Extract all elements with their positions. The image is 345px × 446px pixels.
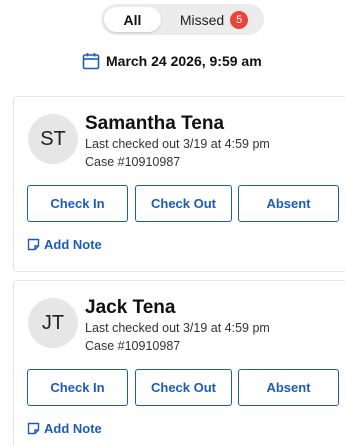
last-checked-text: Last checked out 3/19 at 4:59 pm [85, 321, 270, 335]
missed-count-badge: 5 [230, 10, 249, 29]
filter-all-label: All [123, 11, 142, 28]
note-icon [27, 422, 40, 435]
add-note-link[interactable]: Add Note [27, 237, 102, 252]
date-picker[interactable]: March 24 2026, 9:59 am [82, 50, 262, 72]
check-in-button[interactable]: Check In [27, 185, 128, 222]
last-checked-text: Last checked out 3/19 at 4:59 pm [85, 137, 270, 151]
check-in-button[interactable]: Check In [27, 369, 128, 406]
check-out-button[interactable]: Check Out [135, 185, 232, 222]
absent-button[interactable]: Absent [238, 369, 339, 406]
absent-button[interactable]: Absent [238, 185, 339, 222]
attendance-card: ST Samantha Tena Last checked out 3/19 a… [13, 96, 345, 272]
avatar: JT [28, 298, 78, 348]
filter-missed-tab[interactable]: Missed 5 [161, 10, 261, 29]
attendance-filter: All Missed 5 [101, 4, 264, 35]
case-number: Case #10910987 [85, 155, 181, 169]
add-note-label: Add Note [44, 237, 102, 252]
person-name: Samantha Tena [85, 113, 225, 134]
calendar-icon [82, 53, 100, 70]
add-note-label: Add Note [44, 421, 102, 436]
avatar-initials: ST [40, 127, 66, 150]
avatar: ST [28, 114, 78, 164]
note-icon [27, 238, 40, 251]
date-text: March 24 2026, 9:59 am [106, 53, 262, 69]
attendance-card: JT Jack Tena Last checked out 3/19 at 4:… [13, 280, 345, 446]
person-name: Jack Tena [85, 297, 176, 318]
filter-missed-label: Missed [179, 11, 225, 28]
avatar-initials: JT [41, 311, 65, 334]
add-note-link[interactable]: Add Note [27, 421, 102, 436]
filter-all-tab[interactable]: All [104, 7, 161, 32]
case-number: Case #10910987 [85, 339, 181, 353]
check-out-button[interactable]: Check Out [135, 369, 232, 406]
